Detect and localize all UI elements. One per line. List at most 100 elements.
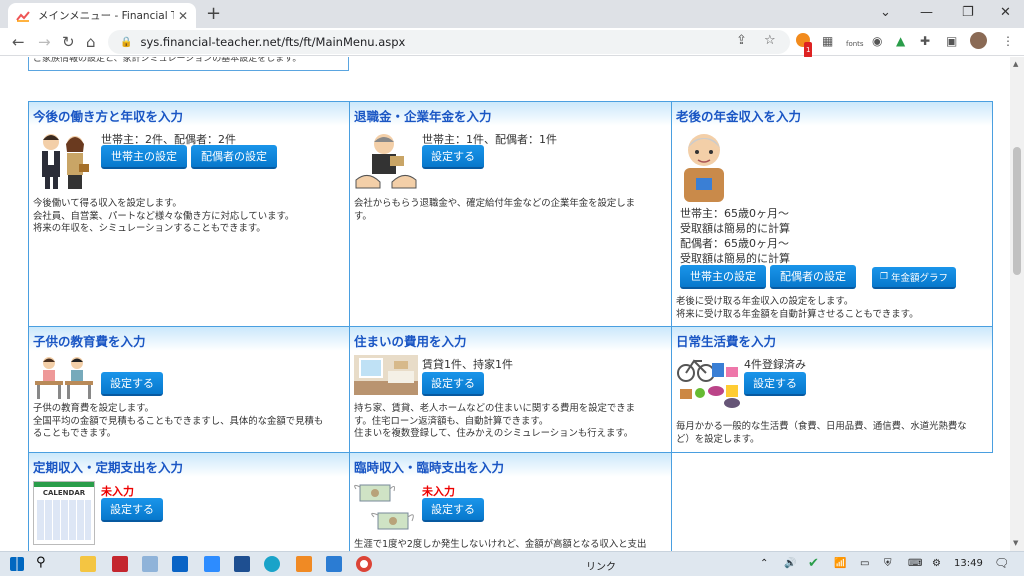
profile-avatar[interactable] — [970, 32, 987, 53]
desc-line: ることもできます。 — [33, 428, 117, 439]
windows-taskbar: ⚲ リンク ⌃ 🔊 ✔ 📶 ▭ ⛨ ⌨ ⚙ 13:49 🗨 — [0, 551, 1024, 576]
tab-title: メインメニュー - Financial Teacher Sy — [38, 10, 174, 22]
chrome-icon[interactable] — [356, 556, 372, 572]
keyboard-icon[interactable]: ⌨ — [908, 558, 922, 569]
spouse-settings-button[interactable]: 配偶者の設定 — [191, 145, 277, 169]
tab-search-icon[interactable]: ⌄ — [880, 4, 891, 22]
card-title[interactable]: 子供の教育費を入力 — [29, 327, 349, 351]
card-retirement: 退職金・企業年金を入力 世帯主：1件、配偶者：1件 設定する 会社からもらう退職… — [349, 101, 672, 327]
windows-start-icon[interactable] — [10, 557, 24, 571]
pension-spouse-settings-button[interactable]: 配偶者の設定 — [770, 265, 856, 289]
home-icon[interactable]: ⌂ — [86, 33, 96, 51]
page-scrollbar[interactable]: ▲ ▼ — [1010, 57, 1024, 551]
card-living-expenses: 日常生活費を入力 4件登録済み 設定する 毎月かかる一般的な生活費（食費、日用品… — [671, 326, 993, 453]
card-title[interactable]: 今後の働き方と年収を入力 — [29, 102, 349, 126]
retirement-settings-button[interactable]: 設定する — [422, 145, 484, 169]
regular-settings-button[interactable]: 設定する — [101, 498, 163, 522]
extraordinary-status: 未入力 — [422, 485, 455, 498]
extension-orange-icon[interactable]: 1 — [796, 33, 813, 58]
extraordinary-description: 生涯で1度や2度しか発生しないけれど、金額が高額となる収入と支出 — [354, 539, 646, 551]
settings-tray-icon[interactable]: ⚙ — [932, 558, 941, 569]
address-bar[interactable]: 🔒 sys.financial-teacher.net/fts/ft/MainM… — [108, 30, 790, 54]
education-description: 子供の教育費を設定します。 全国平均の金額で見積もることもできますし、具体的な金… — [33, 403, 323, 441]
menu-kebab-icon[interactable]: ⋮ — [1002, 33, 1014, 49]
desc-line: 将来に受け取る年金額を自動計算させることもできます。 — [676, 308, 919, 320]
photos-icon[interactable] — [234, 556, 250, 572]
desc-line: 持ち家、賃貸、老人ホームなどの住まいに関する費用を設定できま — [354, 403, 635, 414]
desc-line: 生涯で1度や2度しか発生しないけれど、金額が高額となる収入と支出 — [354, 539, 647, 550]
head-of-household-settings-button[interactable]: 世帯主の設定 — [101, 145, 187, 169]
students-illustration — [35, 357, 93, 399]
education-settings-button[interactable]: 設定する — [101, 372, 163, 396]
clock[interactable]: 13:49 — [954, 558, 983, 569]
extension-doc-icon[interactable]: ▦ — [822, 33, 833, 49]
forward-icon[interactable]: → — [38, 33, 51, 51]
card-title[interactable]: 老後の年金収入を入力 — [672, 102, 992, 126]
powerpoint-icon[interactable] — [296, 556, 312, 572]
status-line: 配偶者：65歳0ヶ月～ — [680, 237, 789, 250]
zoom-icon[interactable] — [204, 556, 220, 572]
bookmark-star-icon[interactable]: ☆ — [764, 33, 776, 48]
pdf-reader-icon[interactable] — [112, 556, 128, 572]
restore-icon[interactable]: ❐ — [962, 4, 974, 22]
scroll-thumb[interactable] — [1013, 147, 1021, 275]
lock-icon[interactable]: 🔒 — [120, 37, 132, 48]
desc-line: 今後働いて得る収入を設定します。 — [33, 198, 182, 209]
card-title[interactable]: 住まいの費用を入力 — [350, 327, 671, 351]
back-icon[interactable]: ← — [12, 33, 25, 51]
wifi-icon[interactable]: 📶 — [834, 558, 846, 569]
card-regular-income-expense: 定期収入・定期支出を入力 CALENDAR 未入力 設定する — [28, 452, 350, 551]
extension-compass-icon[interactable]: ◉ — [872, 33, 882, 49]
volume-icon[interactable]: 🔊 — [784, 558, 796, 569]
desc-line: 会社からもらう退職金や、確定給付年金などの企業年金を設定しま — [354, 198, 635, 209]
desc-line: 毎月かかる一般的な生活費（食費、日用品費、通信費、水道光熱費な — [676, 421, 967, 432]
living-expenses-settings-button[interactable]: 設定する — [744, 372, 806, 396]
browser-toolbar: ← → ↻ ⌂ 🔒 sys.financial-teacher.net/fts/… — [0, 28, 1024, 58]
card-title[interactable]: 日常生活費を入力 — [672, 327, 992, 351]
card-income: 今後の働き方と年収を入力 世帯主：2件、配偶者：2件 世帯主の設定 配偶者の設定… — [28, 101, 350, 327]
extraordinary-settings-button[interactable]: 設定する — [422, 498, 484, 522]
desc-line: す。 — [354, 210, 372, 222]
show-hidden-icons-icon[interactable]: ⌃ — [760, 558, 768, 569]
housing-settings-button[interactable]: 設定する — [422, 372, 484, 396]
card-title[interactable]: 臨時収入・臨時支出を入力 — [350, 453, 671, 477]
browser-tab-bar: メインメニュー - Financial Teacher Sy ✕ + ⌄ — ❐… — [0, 0, 1024, 28]
edge-icon[interactable] — [264, 556, 280, 572]
file-explorer-icon[interactable] — [80, 556, 96, 572]
close-tab-icon[interactable]: ✕ — [178, 9, 188, 23]
reload-icon[interactable]: ↻ — [62, 33, 75, 51]
pension-graph-button[interactable]: ❐ 年金額グラフ — [872, 267, 956, 289]
minimize-icon[interactable]: — — [920, 4, 933, 22]
card-title[interactable]: 退職金・企業年金を入力 — [350, 102, 671, 126]
card-pension: 老後の年金収入を入力 世帯主：65歳0ヶ月～ 受取額は簡易的に計算 配偶者：65… — [671, 101, 993, 327]
status-line: 世帯主：65歳0ヶ月～ — [680, 207, 789, 220]
scroll-down-icon[interactable]: ▼ — [1013, 539, 1018, 547]
desc-line: 会社員、自営業、パートなど様々な働き方に対応しています。 — [33, 210, 295, 222]
card-education: 子供の教育費を入力 設定する 子供の教育費を設定します。 全国平均の金額で見積も… — [28, 326, 350, 453]
room-interior-illustration — [354, 355, 418, 395]
mail-icon[interactable] — [172, 556, 188, 572]
word-icon[interactable] — [326, 556, 342, 572]
desc-line: 老後に受け取る年金収入の設定をします。 — [676, 296, 854, 307]
security-shield-icon[interactable]: ⛨ — [884, 558, 892, 569]
drive-icon[interactable]: ▲ — [896, 33, 905, 49]
check-icon[interactable]: ✔ — [808, 556, 819, 571]
search-icon[interactable]: ⚲ — [36, 555, 52, 571]
close-window-icon[interactable]: ✕ — [1000, 4, 1011, 22]
scroll-up-icon[interactable]: ▲ — [1013, 60, 1018, 68]
links-toolbar[interactable]: リンク — [586, 558, 616, 573]
housing-status: 賃貸1件、持家1件 — [422, 358, 513, 371]
card-title[interactable]: 定期収入・定期支出を入力 — [29, 453, 349, 477]
pension-head-settings-button[interactable]: 世帯主の設定 — [680, 265, 766, 289]
retirement-description: 会社からもらう退職金や、確定給付年金などの企業年金を設定しま す。 — [354, 198, 635, 223]
extensions-puzzle-icon[interactable]: ✚ — [920, 33, 930, 49]
share-icon[interactable]: ⇪ — [736, 33, 747, 48]
battery-icon[interactable]: ▭ — [860, 558, 869, 569]
extension-fonts[interactable]: fonts — [846, 36, 864, 52]
new-tab-button[interactable]: + — [206, 3, 221, 25]
graph-icon: ❐ — [879, 272, 889, 282]
side-panel-icon[interactable]: ▣ — [946, 33, 957, 49]
notification-icon[interactable]: 🗨 — [994, 556, 1009, 570]
browser-tab[interactable]: メインメニュー - Financial Teacher Sy ✕ — [8, 3, 196, 28]
app-icon-1[interactable] — [142, 556, 158, 572]
